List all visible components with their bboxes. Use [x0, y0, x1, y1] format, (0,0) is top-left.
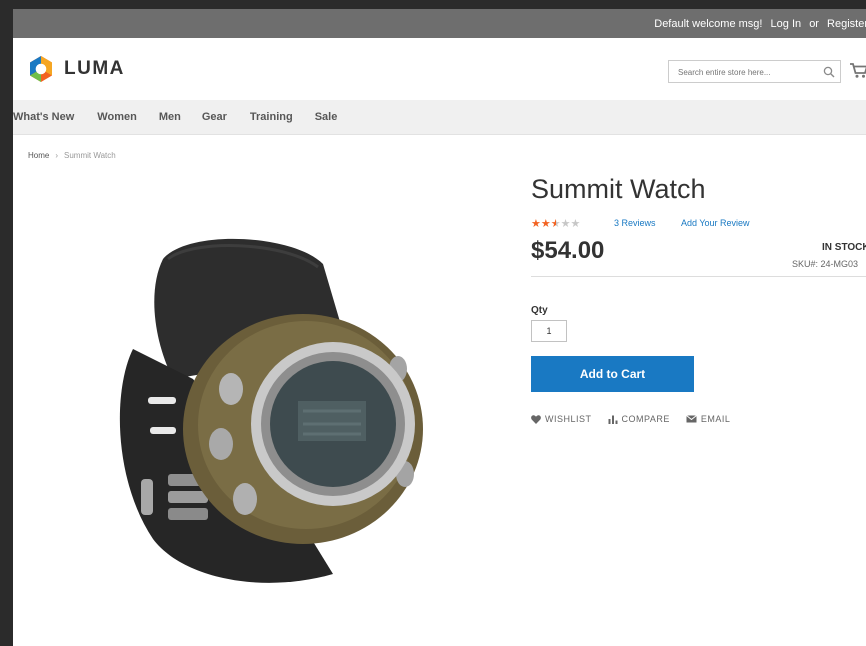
- nav-item-women[interactable]: Women: [97, 100, 137, 123]
- logo[interactable]: LUMA: [27, 55, 125, 83]
- email-link[interactable]: EMAIL: [686, 414, 731, 424]
- sku-label: SKU#:: [792, 259, 819, 269]
- qty-label: Qty: [531, 305, 548, 316]
- login-link[interactable]: Log In: [771, 18, 802, 30]
- cart-icon[interactable]: [849, 60, 866, 80]
- welcome-message: Default welcome msg!: [654, 18, 763, 30]
- email-label: EMAIL: [700, 414, 731, 424]
- star-empty-icon: ★: [570, 218, 581, 230]
- nav-item-training[interactable]: Training: [250, 100, 293, 123]
- search-icon[interactable]: [823, 65, 835, 78]
- stock-status: IN STOCK: [822, 242, 866, 253]
- logo-icon: [27, 55, 55, 83]
- star-empty-icon: ★: [560, 218, 571, 230]
- wishlist-label: WISHLIST: [545, 414, 592, 424]
- envelope-icon: [686, 415, 697, 423]
- product-price: $54.00: [531, 237, 605, 264]
- star-icon: ★: [531, 218, 541, 230]
- heart-icon: [531, 414, 541, 424]
- add-review-link[interactable]: Add Your Review: [681, 218, 750, 228]
- breadcrumb-home[interactable]: Home: [28, 151, 49, 160]
- top-bar: Default welcome msg! Log In or Register: [13, 9, 866, 38]
- product-image[interactable]: [93, 229, 433, 609]
- product-actions: WISHLIST COMPARE EMAIL: [531, 414, 730, 424]
- search-input[interactable]: [676, 62, 820, 83]
- breadcrumb: Home › Summit Watch: [28, 151, 116, 160]
- nav-item-men[interactable]: Men: [159, 100, 181, 123]
- breadcrumb-current: Summit Watch: [64, 151, 116, 160]
- star-icon: ★: [540, 218, 551, 230]
- compare-icon: [608, 415, 618, 424]
- qty-input[interactable]: [531, 320, 567, 342]
- browser-page: Default welcome msg! Log In or Register …: [13, 9, 866, 646]
- compare-link[interactable]: COMPARE: [608, 414, 670, 424]
- register-link[interactable]: Register: [827, 18, 866, 30]
- compare-label: COMPARE: [621, 414, 670, 424]
- divider: [531, 276, 866, 277]
- rating-stars: ★★★★★: [531, 217, 580, 230]
- half-star-icon: ★: [550, 218, 561, 230]
- or-text: or: [809, 18, 819, 30]
- top-links: Default welcome msg! Log In or Register: [649, 18, 866, 30]
- nav-item-whats-new[interactable]: What's New: [13, 100, 74, 123]
- nav-item-sale[interactable]: Sale: [315, 100, 338, 123]
- sku: SKU#: 24-MG03: [792, 259, 858, 269]
- sku-value: 24-MG03: [820, 259, 859, 269]
- logo-text: LUMA: [64, 58, 125, 79]
- add-to-cart-button[interactable]: Add to Cart: [531, 356, 694, 392]
- nav-item-gear[interactable]: Gear: [202, 100, 227, 123]
- search-box[interactable]: [668, 60, 841, 83]
- wishlist-link[interactable]: WISHLIST: [531, 414, 592, 424]
- product-title: Summit Watch: [531, 174, 706, 204]
- breadcrumb-separator: ›: [55, 151, 59, 160]
- main-navigation: What's New Women Men Gear Training Sale: [13, 100, 866, 135]
- reviews-link[interactable]: 3 Reviews: [614, 218, 656, 228]
